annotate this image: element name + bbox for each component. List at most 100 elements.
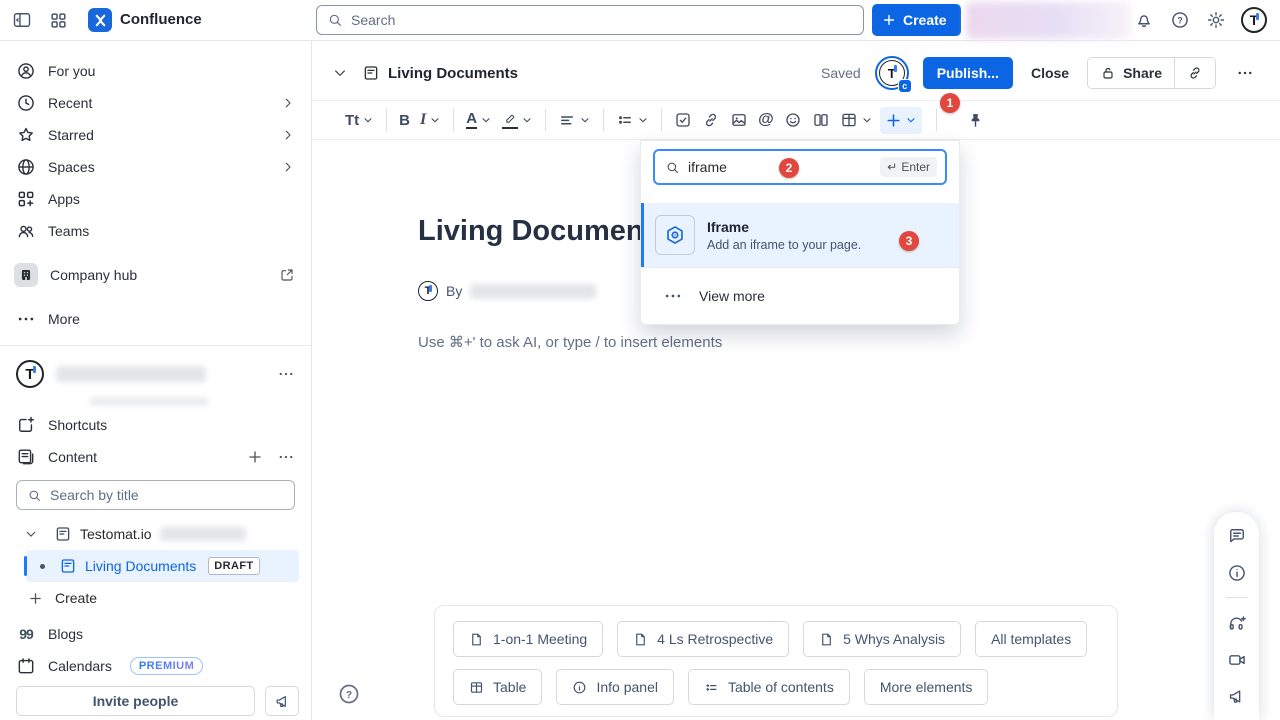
space-header[interactable]: T [0, 354, 311, 394]
search-icon [327, 12, 343, 28]
sidebar-item-recent[interactable]: Recent [0, 87, 311, 119]
user-avatar[interactable]: T [1241, 7, 1267, 33]
editor-placeholder[interactable]: Use ⌘+' to ask AI, or type / to insert e… [418, 333, 722, 351]
ellipsis-icon [16, 309, 36, 329]
global-search[interactable] [316, 5, 864, 35]
notifications-icon[interactable] [1132, 8, 1156, 32]
view-more-button[interactable]: View more [641, 268, 959, 324]
sidebar-item-apps[interactable]: Apps [0, 183, 311, 215]
insert-toc-button[interactable]: Table of contents [688, 669, 850, 705]
title-search[interactable] [16, 480, 295, 510]
insert-info-panel-button[interactable]: Info panel [556, 669, 674, 705]
page-more-icon[interactable] [1230, 57, 1260, 89]
sidebar-item-company-hub[interactable]: Company hub [0, 259, 311, 291]
sidebar-item-teams[interactable]: Teams [0, 215, 311, 247]
title-search-input[interactable] [50, 487, 284, 503]
emoji-icon[interactable] [779, 106, 807, 134]
sidebar-item-starred[interactable]: Starred [0, 119, 311, 151]
people-icon [16, 221, 36, 241]
template-5whys-button[interactable]: 5 Whys Analysis [803, 621, 961, 657]
collaborator-badge: c [898, 79, 912, 93]
list-button[interactable] [611, 106, 654, 134]
video-icon[interactable] [1227, 646, 1247, 673]
insert-element-button[interactable] [880, 107, 922, 134]
share-button[interactable]: Share [1088, 58, 1174, 88]
insert-search[interactable]: ↵Enter [653, 149, 947, 185]
shortcut-plus-icon [16, 415, 36, 435]
publish-button[interactable]: Publish... [923, 57, 1013, 89]
all-templates-button[interactable]: All templates [975, 621, 1087, 657]
more-elements-button[interactable]: More elements [864, 669, 989, 705]
global-search-input[interactable] [351, 12, 853, 28]
sidebar-item-shortcuts[interactable]: Shortcuts [0, 409, 311, 441]
align-button[interactable] [553, 106, 596, 134]
sidebar-item-more[interactable]: More [0, 303, 311, 335]
app-switcher-icon[interactable] [46, 8, 70, 32]
sidebar-item-for-you[interactable]: For you [0, 55, 311, 87]
link-icon[interactable] [697, 106, 725, 134]
sidebar-item-calendars[interactable]: Calendars PREMIUM [0, 650, 311, 682]
details-info-icon[interactable] [1227, 559, 1247, 586]
create-button[interactable]: Create [872, 4, 961, 36]
tree-item-space-root[interactable]: Testomat.io [0, 520, 311, 548]
author-avatar: T [418, 281, 438, 301]
person-circle-icon [16, 61, 36, 81]
share-group: Share [1087, 57, 1216, 89]
plus-icon [882, 13, 896, 27]
task-checkbox-icon[interactable] [669, 106, 697, 134]
megaphone-icon[interactable] [265, 686, 299, 716]
sidebar-item-blogs[interactable]: 99 Blogs [0, 618, 311, 650]
app-name: Confluence [120, 11, 202, 28]
pin-toolbar-icon[interactable] [962, 107, 989, 134]
main-content: Living Documents Saved T c Publish... Cl… [312, 41, 1280, 720]
copy-link-icon[interactable] [1175, 58, 1215, 88]
sidebar-item-content[interactable]: Content [0, 441, 311, 473]
chevron-down-icon[interactable] [332, 65, 348, 81]
chevron-right-icon [281, 96, 295, 110]
tree-create-button[interactable]: Create [0, 584, 311, 612]
sidebar-item-spaces[interactable]: Spaces [0, 151, 311, 183]
tree-item-living-documents[interactable]: Living Documents DRAFT [26, 550, 299, 582]
italic-button[interactable]: I [415, 106, 446, 134]
help-icon[interactable]: ? [1168, 8, 1192, 32]
template-1on1-button[interactable]: 1-on-1 Meeting [453, 621, 603, 657]
premium-badge: PREMIUM [130, 657, 203, 675]
page-icon [469, 632, 484, 647]
settings-gear-icon[interactable] [1204, 8, 1228, 32]
search-icon [665, 160, 680, 175]
content-more-icon[interactable] [277, 448, 295, 466]
collaborator-avatar[interactable]: T c [875, 56, 909, 90]
add-content-icon[interactable] [247, 449, 263, 465]
table-insert-button[interactable] [835, 106, 878, 134]
collapse-sidebar-icon[interactable] [10, 8, 34, 32]
text-style-button[interactable]: Tt [340, 107, 379, 134]
comments-icon[interactable] [1227, 522, 1247, 549]
highlight-button[interactable] [497, 107, 538, 134]
svg-text:?: ? [346, 689, 352, 701]
text-color-button[interactable]: A [461, 106, 497, 134]
confluence-logo[interactable] [88, 8, 112, 32]
rail-divider [1226, 597, 1248, 598]
close-button[interactable]: Close [1027, 65, 1073, 81]
author-name-redacted [470, 284, 596, 299]
template-4ls-button[interactable]: 4 Ls Retrospective [617, 621, 789, 657]
space-more-icon[interactable] [277, 365, 295, 383]
invite-people-button[interactable]: Invite people [16, 686, 255, 716]
external-link-icon [279, 267, 295, 283]
image-icon[interactable] [725, 106, 753, 134]
feedback-megaphone-icon[interactable] [1227, 683, 1246, 710]
document-title[interactable]: Living Documents [418, 215, 669, 248]
editor-toolbar: Tt B I A [312, 100, 1280, 140]
table-icon [469, 680, 484, 695]
bold-button[interactable]: B [394, 107, 415, 134]
chevron-down-icon[interactable] [24, 527, 38, 541]
grid-plus-icon [16, 189, 36, 209]
listen-headphones-icon[interactable] [1227, 609, 1247, 636]
layout-columns-icon[interactable] [807, 106, 835, 134]
help-fab-icon[interactable]: ? [337, 682, 361, 706]
insert-table-button[interactable]: Table [453, 669, 542, 705]
search-icon [27, 488, 42, 503]
info-icon [572, 680, 587, 695]
mention-icon[interactable]: @ [753, 106, 779, 134]
result-description: Add an iframe to your page. [707, 238, 861, 252]
